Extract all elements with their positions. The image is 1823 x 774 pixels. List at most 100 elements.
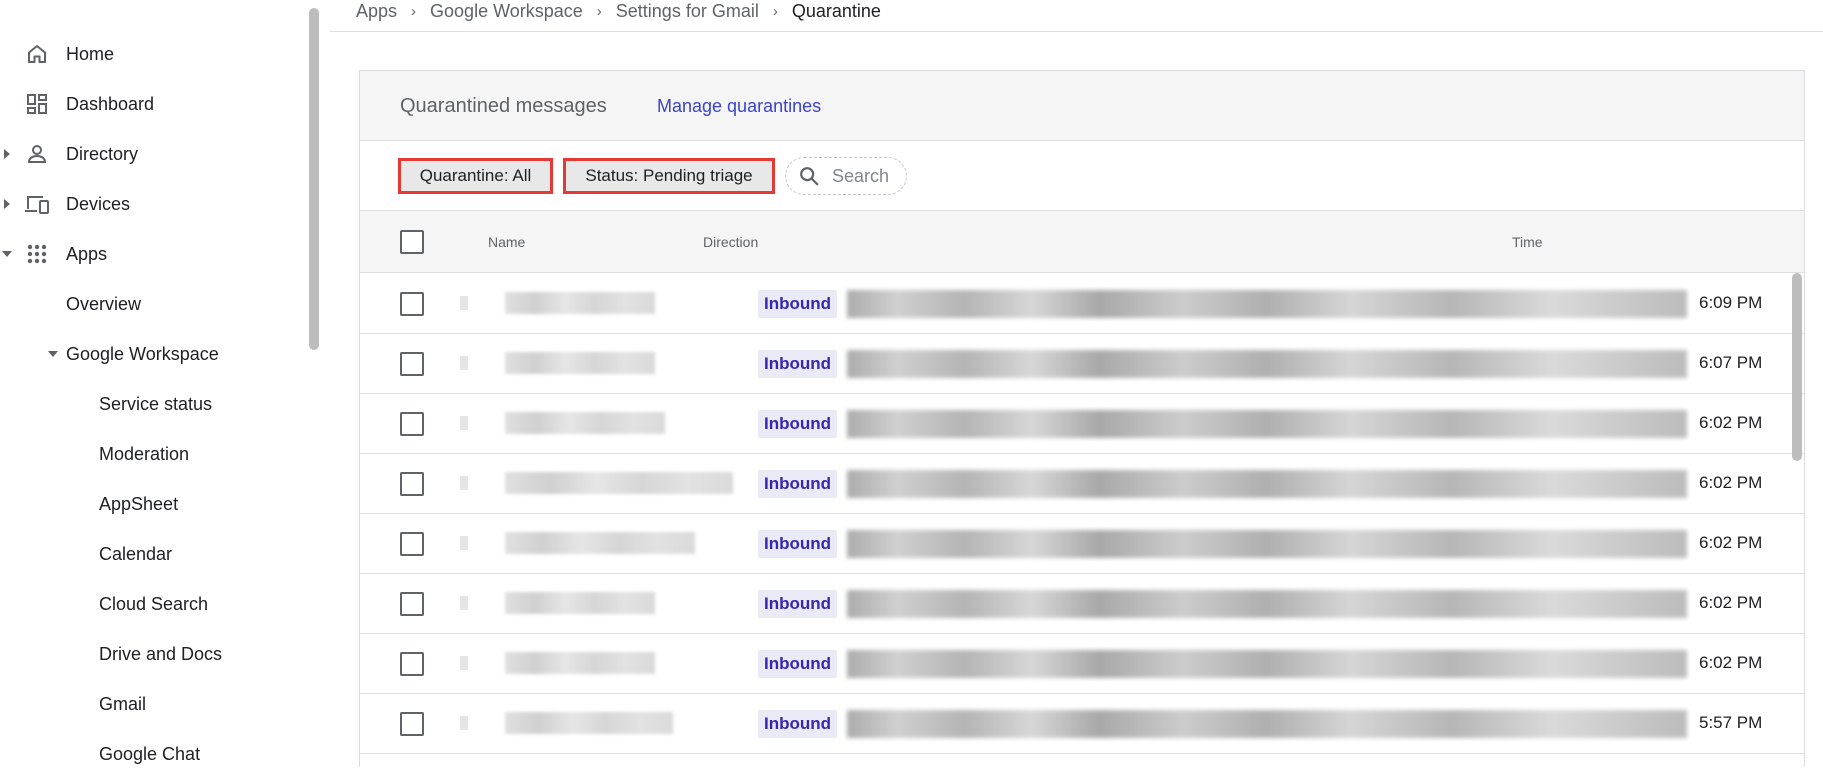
sidebar-item-drive-and-docs[interactable]: Drive and Docs <box>0 634 300 674</box>
sidebar-item-moderation[interactable]: Moderation <box>0 434 300 474</box>
redacted-name <box>505 292 655 314</box>
sidebar-item-calendar[interactable]: Calendar <box>0 534 300 574</box>
redacted-id <box>460 536 468 550</box>
quarantine-filter-chip[interactable]: Quarantine: All <box>398 158 553 194</box>
redacted-name <box>505 472 733 494</box>
direction-badge: Inbound <box>758 410 838 438</box>
person-icon <box>24 141 50 167</box>
redacted-id <box>460 716 468 730</box>
sidebar-item-dashboard[interactable]: Dashboard <box>0 84 300 124</box>
breadcrumb-apps[interactable]: Apps <box>356 1 397 22</box>
sidebar-item-label: Moderation <box>99 443 190 464</box>
sidebar-item-label: Gmail <box>99 693 147 714</box>
breadcrumb-google-workspace[interactable]: Google Workspace <box>430 1 583 22</box>
redacted-id <box>460 476 468 490</box>
sidebar-item-label: Apps <box>66 243 108 264</box>
dashboard-icon <box>24 91 50 117</box>
direction-badge: Inbound <box>758 530 838 558</box>
row-checkbox[interactable] <box>400 352 424 376</box>
direction-badge: Inbound <box>758 470 838 498</box>
sidebar-item-directory[interactable]: Directory <box>0 134 300 174</box>
row-time: 6:09 PM <box>1699 293 1763 312</box>
sidebar: Home Dashboard Directory Devices Apps Ov… <box>0 0 330 767</box>
redacted-id <box>460 296 468 310</box>
direction-badge: Inbound <box>758 290 838 318</box>
table-row[interactable]: Inbound 6:09 PM <box>360 274 1804 334</box>
breadcrumb-current: Quarantine <box>791 0 881 21</box>
table-header: Name Direction Time <box>360 211 1804 273</box>
search-input[interactable] <box>832 165 902 187</box>
redacted-name <box>505 412 665 434</box>
redacted-subject <box>847 650 1687 678</box>
row-time: 5:57 PM <box>1699 713 1763 732</box>
row-checkbox[interactable] <box>400 412 424 436</box>
redacted-name <box>505 592 655 614</box>
direction-badge: Inbound <box>758 350 838 378</box>
row-checkbox[interactable] <box>400 292 424 316</box>
caret-right-icon[interactable] <box>2 198 12 210</box>
table-scrollbar[interactable] <box>1792 273 1804 468</box>
column-header-name[interactable]: Name <box>488 234 525 250</box>
table-scrollbar-thumb[interactable] <box>1792 273 1802 461</box>
column-header-direction[interactable]: Direction <box>703 234 758 250</box>
table-row[interactable]: Inbound 5:57 PM <box>360 694 1804 754</box>
table-row[interactable]: Inbound 6:02 PM <box>360 634 1804 694</box>
direction-badge: Inbound <box>758 650 838 678</box>
row-time: 6:02 PM <box>1699 593 1763 612</box>
row-time: 6:02 PM <box>1699 653 1763 672</box>
sidebar-item-label: Google Chat <box>99 743 201 764</box>
sidebar-item-apps[interactable]: Apps <box>0 234 300 274</box>
card-title: Quarantined messages <box>400 95 607 117</box>
sidebar-item-google-chat[interactable]: Google Chat <box>0 734 300 774</box>
sidebar-item-google-workspace[interactable]: Google Workspace <box>0 334 300 374</box>
row-checkbox[interactable] <box>400 592 424 616</box>
sidebar-item-service-status[interactable]: Service status <box>0 384 300 424</box>
header-divider <box>330 31 1823 32</box>
sidebar-scrollbar-thumb[interactable] <box>309 8 319 350</box>
sidebar-item-home[interactable]: Home <box>0 34 300 74</box>
redacted-subject <box>847 470 1687 498</box>
table-row[interactable]: Inbound 6:02 PM <box>360 514 1804 574</box>
select-all-checkbox[interactable] <box>400 230 424 254</box>
sidebar-item-label: Google Workspace <box>66 343 219 364</box>
sidebar-item-overview[interactable]: Overview <box>0 284 300 324</box>
direction-badge: Inbound <box>758 710 838 738</box>
manage-quarantines-link[interactable]: Manage quarantines <box>657 96 821 117</box>
table-row[interactable]: Inbound 6:02 PM <box>360 454 1804 514</box>
row-checkbox[interactable] <box>400 472 424 496</box>
sidebar-item-label: Overview <box>66 293 142 314</box>
sidebar-scrollbar[interactable] <box>309 8 321 350</box>
row-checkbox[interactable] <box>400 712 424 736</box>
sidebar-item-label: Cloud Search <box>99 593 209 614</box>
sidebar-item-label: Home <box>66 43 115 64</box>
sidebar-item-label: Directory <box>66 143 139 164</box>
caret-down-icon[interactable] <box>48 348 58 360</box>
caret-right-icon[interactable] <box>2 148 12 160</box>
status-filter-chip[interactable]: Status: Pending triage <box>563 158 775 194</box>
redacted-id <box>460 656 468 670</box>
redacted-subject <box>847 290 1687 318</box>
caret-down-icon[interactable] <box>2 248 12 260</box>
redacted-subject <box>847 530 1687 558</box>
row-checkbox[interactable] <box>400 532 424 556</box>
search-icon <box>798 164 822 188</box>
breadcrumb: Apps › Google Workspace › Settings for G… <box>356 0 881 22</box>
table-row[interactable]: Inbound 6:02 PM <box>360 574 1804 634</box>
sidebar-item-devices[interactable]: Devices <box>0 184 300 224</box>
redacted-id <box>460 416 468 430</box>
sidebar-item-cloud-search[interactable]: Cloud Search <box>0 584 300 624</box>
row-time: 6:07 PM <box>1699 353 1763 372</box>
sidebar-item-gmail[interactable]: Gmail <box>0 684 300 724</box>
table-row[interactable]: Inbound 6:02 PM <box>360 394 1804 454</box>
table-row[interactable]: Inbound 6:07 PM <box>360 334 1804 394</box>
home-icon <box>24 41 50 67</box>
breadcrumb-settings-for-gmail[interactable]: Settings for Gmail <box>616 1 759 22</box>
search-box[interactable] <box>785 157 907 195</box>
sidebar-item-label: Dashboard <box>66 93 155 114</box>
column-header-time[interactable]: Time <box>1512 234 1543 250</box>
sidebar-item-label: Drive and Docs <box>99 643 223 664</box>
row-checkbox[interactable] <box>400 652 424 676</box>
sidebar-item-label: Devices <box>66 193 131 214</box>
sidebar-item-appsheet[interactable]: AppSheet <box>0 484 300 524</box>
redacted-name <box>505 352 655 374</box>
